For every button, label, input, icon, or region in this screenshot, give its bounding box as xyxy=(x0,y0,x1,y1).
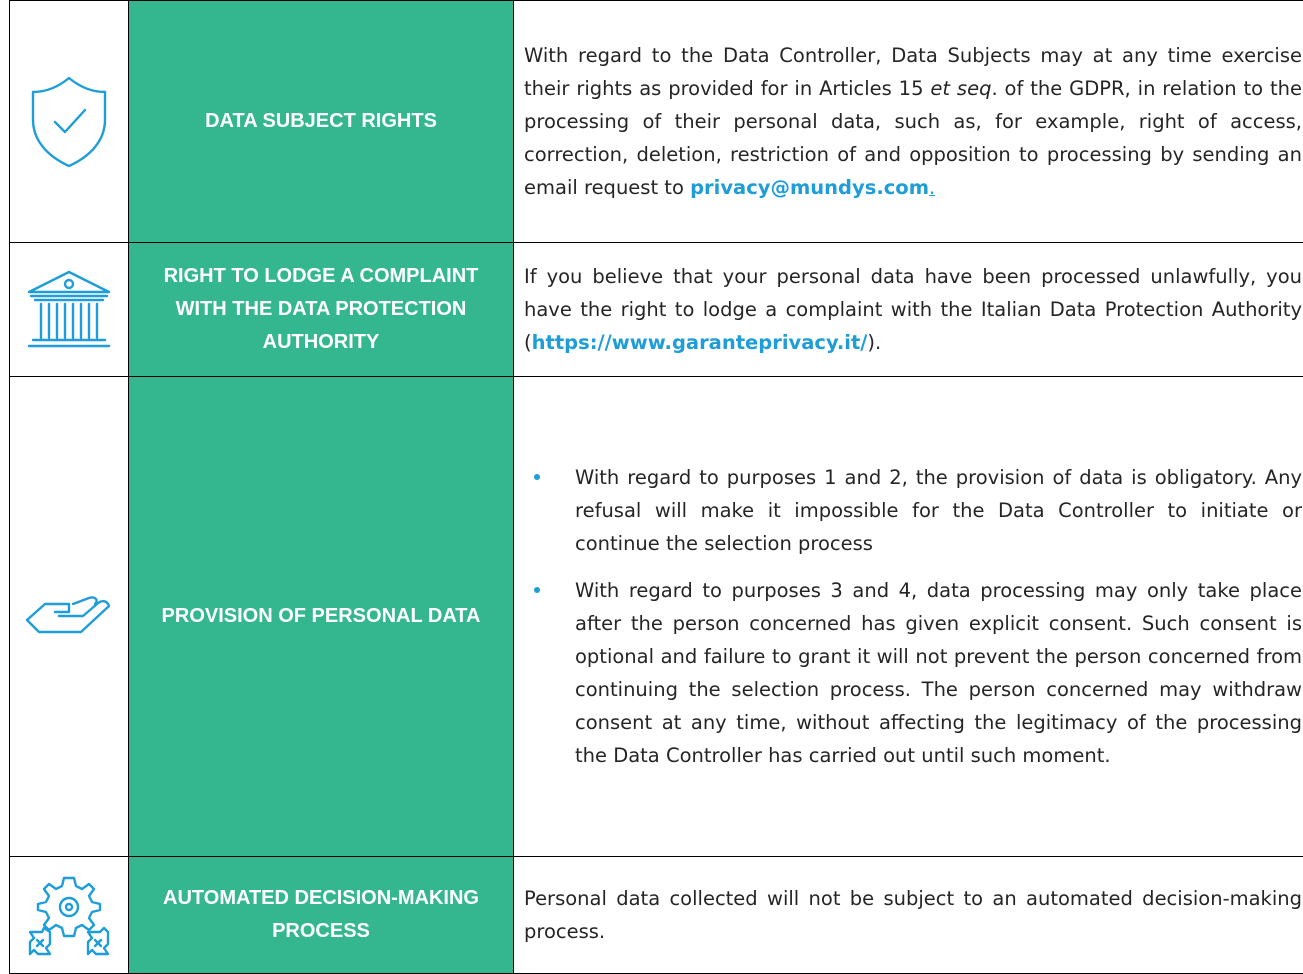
table-row-complaint: RIGHT TO LODGE A COMPLAINT WITH THE DATA… xyxy=(10,243,1303,377)
icon-cell xyxy=(10,857,129,974)
icon-cell xyxy=(10,1,129,243)
description-trailing: ). xyxy=(867,331,881,354)
privacy-table-wrapper: DATA SUBJECT RIGHTS With regard to the D… xyxy=(9,0,1303,974)
row-label-cell: PROVISION OF PERSONAL DATA xyxy=(129,377,514,857)
icon-cell xyxy=(10,377,129,857)
privacy-rights-table: DATA SUBJECT RIGHTS With regard to the D… xyxy=(9,0,1303,974)
row-description-cell: With regard to the Data Controller, Data… xyxy=(514,1,1303,243)
description-text: Personal data collected will not be subj… xyxy=(524,887,1302,943)
description-trailing: . xyxy=(929,176,935,199)
icon-cell xyxy=(10,243,129,377)
row-label-cell: DATA SUBJECT RIGHTS xyxy=(129,1,514,243)
row-label: AUTOMATED DECISION-MAKING PROCESS xyxy=(156,882,486,948)
gears-icon xyxy=(24,870,114,960)
email-link[interactable]: privacy@mundys.com xyxy=(690,176,929,199)
shield-check-icon xyxy=(29,74,109,170)
hand-icon xyxy=(23,592,115,642)
row-label: DATA SUBJECT RIGHTS xyxy=(156,105,486,138)
table-row-provision: PROVISION OF PERSONAL DATA With regard t… xyxy=(10,377,1303,857)
row-description-cell: If you believe that your personal data h… xyxy=(514,243,1303,377)
row-label: RIGHT TO LODGE A COMPLAINT WITH THE DATA… xyxy=(156,260,486,359)
courthouse-icon xyxy=(23,268,115,352)
list-item: With regard to purposes 3 and 4, data pr… xyxy=(524,574,1302,772)
row-label-cell: AUTOMATED DECISION-MAKING PROCESS xyxy=(129,857,514,974)
row-label: PROVISION OF PERSONAL DATA xyxy=(156,600,486,633)
authority-link[interactable]: https://www.garanteprivacy.it/ xyxy=(532,331,868,354)
provision-list: With regard to purposes 1 and 2, the pro… xyxy=(524,461,1302,772)
row-description-cell: Personal data collected will not be subj… xyxy=(514,857,1303,974)
row-label-cell: RIGHT TO LODGE A COMPLAINT WITH THE DATA… xyxy=(129,243,514,377)
description-italic: et seq xyxy=(930,77,991,100)
table-row-automated: AUTOMATED DECISION-MAKING PROCESS Person… xyxy=(10,857,1303,974)
table-row-data-subject-rights: DATA SUBJECT RIGHTS With regard to the D… xyxy=(10,1,1303,243)
row-description-cell: With regard to purposes 1 and 2, the pro… xyxy=(514,377,1303,857)
list-item: With regard to purposes 1 and 2, the pro… xyxy=(524,461,1302,560)
